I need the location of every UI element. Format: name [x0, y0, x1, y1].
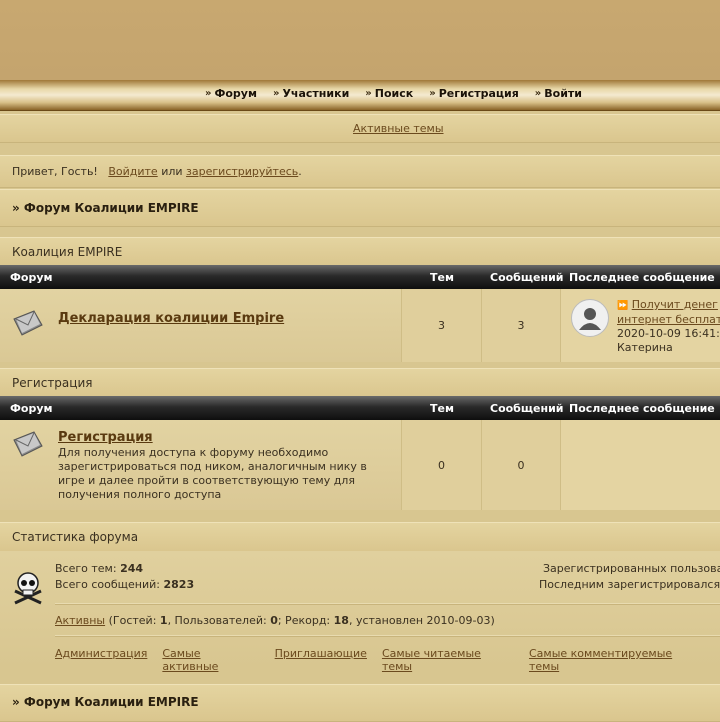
stat-topics: Всего тем: 244	[55, 562, 144, 575]
forum-description: Для получения доступа к форуму необходим…	[58, 446, 367, 501]
col-forum: Форум	[10, 402, 53, 415]
online-link[interactable]: Активны	[55, 614, 105, 627]
last-post-date: 2020-10-09 16:41:	[617, 327, 720, 340]
last-post-arrow-icon: ⏩	[617, 301, 629, 311]
posts-count: 0	[517, 459, 525, 472]
main-nav: » Форум » Участники » Поиск » Регистрация » В…	[0, 80, 720, 110]
active-topics-link[interactable]: Активные темы	[353, 122, 444, 135]
nav-forum[interactable]: » Форум	[205, 87, 257, 100]
register-link[interactable]: зарегистрируйтесь	[186, 165, 298, 178]
category-header: Регистрация	[0, 368, 720, 398]
skull-icon	[14, 572, 42, 605]
col-posts: Сообщений	[490, 402, 564, 415]
forum-row: Декларация коалиции Empire 3 3 ⏩ Получит…	[0, 289, 720, 362]
stats-header: Статистика форума	[0, 522, 720, 552]
col-topics: Тем	[430, 271, 454, 284]
breadcrumb[interactable]: » Форум Коалиции EMPIRE	[12, 695, 199, 709]
divider	[55, 603, 720, 605]
category-title: Регистрация	[12, 376, 93, 390]
most-commented-link[interactable]: Самые комментируемые темы	[529, 647, 705, 673]
stat-last-registered: Последним зарегистрировался	[539, 578, 720, 591]
most-read-link[interactable]: Самые читаемые темы	[382, 647, 514, 673]
active-topics-bar: Активные темы	[0, 114, 720, 143]
most-active-link[interactable]: Самые активные	[162, 647, 259, 673]
category-title: Коалиция EMPIRE	[12, 245, 123, 259]
stat-registered: Зарегистрированных пользова	[543, 562, 720, 575]
topics-count: 3	[438, 319, 445, 332]
user-silhouette-icon	[579, 308, 601, 330]
envelope-icon	[13, 431, 43, 457]
divider	[55, 635, 720, 637]
double-chevron-icon: »	[272, 88, 280, 99]
double-chevron-icon: »	[534, 88, 542, 99]
forum-row: Регистрация Для получения доступа к фору…	[0, 420, 720, 510]
last-post-author: Катерина	[617, 341, 673, 354]
header-banner	[0, 0, 720, 80]
double-chevron-icon: »	[205, 88, 212, 99]
col-topics: Тем	[430, 402, 454, 415]
admins-link[interactable]: Администрация	[55, 647, 147, 673]
forum-title-link[interactable]: Регистрация	[58, 430, 153, 445]
last-post-link[interactable]: Получит денег	[632, 298, 718, 311]
col-forum: Форум	[10, 271, 53, 284]
forum-title-link[interactable]: Декларация коалиции Empire	[58, 311, 284, 326]
greeting-text: Привет, Гость! Войдите или зарегистрируй…	[12, 165, 302, 178]
breadcrumb[interactable]: » Форум Коалиции EMPIRE	[12, 201, 199, 215]
login-link[interactable]: Войдите	[108, 165, 157, 178]
last-post-link-cont[interactable]: интернет бесплат	[617, 313, 720, 326]
greeting-bar: Привет, Гость! Войдите или зарегистрируй…	[0, 155, 720, 188]
nav-register[interactable]: » Регистрация	[429, 87, 519, 100]
nav-members[interactable]: » Участники	[273, 87, 349, 100]
category-header: Коалиция EMPIRE	[0, 237, 720, 267]
stat-posts: Всего сообщений: 2823	[55, 578, 195, 591]
col-last-post: Последнее сообщение	[569, 402, 715, 415]
stats-links: Администрация Самые активные Приглашающи…	[55, 647, 720, 673]
col-last-post: Последнее сообщение	[569, 271, 715, 284]
forum-table-header: Форум Тем Сообщений Последнее сообщение	[0, 396, 720, 420]
topics-count: 0	[438, 459, 445, 472]
avatar	[571, 299, 609, 337]
breadcrumb-bar: » Форум Коалиции EMPIRE	[0, 189, 720, 227]
inviters-link[interactable]: Приглашающие	[275, 647, 367, 673]
col-posts: Сообщений	[490, 271, 564, 284]
posts-count: 3	[517, 319, 525, 332]
forum-table-header: Форум Тем Сообщений Последнее сообщение	[0, 265, 720, 289]
stats-title: Статистика форума	[12, 530, 139, 544]
envelope-icon	[13, 310, 43, 336]
double-chevron-icon: »	[365, 88, 372, 99]
online-stats: Активны (Гостей: 1, Пользователей: 0; Ре…	[55, 614, 495, 627]
breadcrumb-bar-bottom: » Форум Коалиции EMPIRE	[0, 684, 720, 722]
double-chevron-icon: »	[429, 88, 436, 99]
nav-login[interactable]: » Войти	[535, 87, 582, 100]
nav-search[interactable]: » Поиск	[365, 87, 413, 100]
